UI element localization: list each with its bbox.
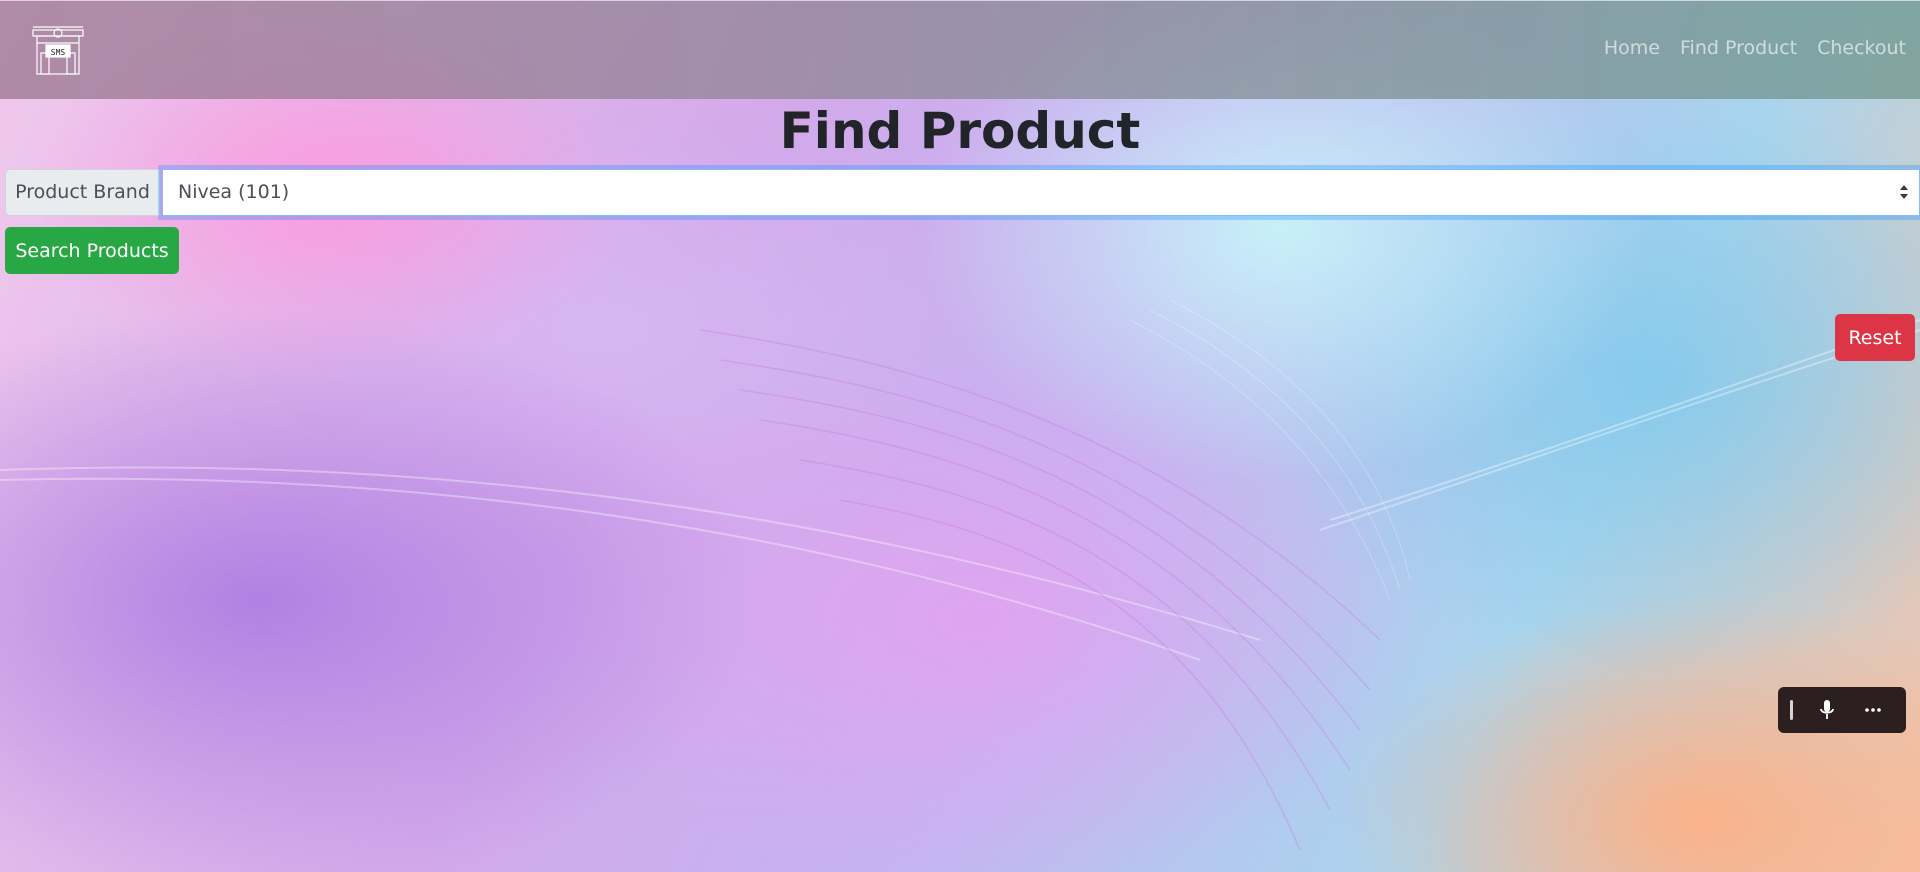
store-logo-icon[interactable]: SMS bbox=[30, 25, 86, 77]
selected-brand-value: Nivea (101) bbox=[178, 181, 290, 203]
reset-button[interactable]: Reset bbox=[1835, 314, 1915, 361]
drag-handle-icon[interactable] bbox=[1778, 687, 1804, 733]
product-brand-input-group: Product Brand Nivea (101) bbox=[5, 169, 1920, 216]
search-products-button[interactable]: Search Products bbox=[5, 227, 179, 274]
select-arrows-icon bbox=[1900, 185, 1908, 199]
microphone-icon[interactable] bbox=[1804, 687, 1850, 733]
nav-find-product-link[interactable]: Find Product bbox=[1680, 37, 1797, 59]
nav-checkout-link[interactable]: Checkout bbox=[1817, 37, 1906, 59]
product-brand-label: Product Brand bbox=[5, 169, 160, 216]
more-options-icon[interactable] bbox=[1850, 687, 1896, 733]
voice-input-toolbar bbox=[1778, 687, 1906, 733]
logo-text: SMS bbox=[51, 48, 66, 57]
nav-links: Home Find Product Checkout bbox=[1604, 37, 1906, 59]
nav-home-link[interactable]: Home bbox=[1604, 37, 1660, 59]
top-navbar: SMS Home Find Product Checkout bbox=[0, 0, 1920, 99]
page-title: Find Product bbox=[779, 102, 1141, 160]
product-brand-select[interactable]: Nivea (101) bbox=[162, 169, 1920, 216]
